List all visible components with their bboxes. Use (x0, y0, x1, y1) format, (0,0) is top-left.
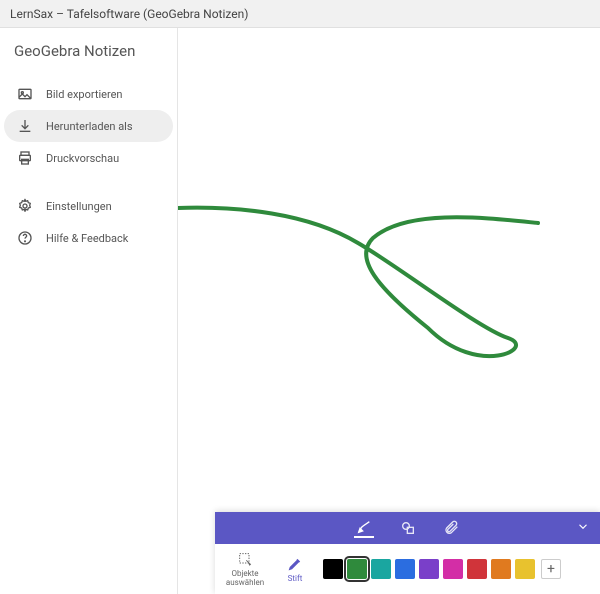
pen-tool-button[interactable]: Stift (273, 547, 317, 591)
select-icon (236, 550, 254, 568)
help-icon (16, 229, 34, 247)
sidebar-item-export-image[interactable]: Bild exportieren (4, 78, 173, 110)
sidebar-item-label: Herunterladen als (46, 120, 133, 133)
sidebar-title: GeoGebra Notizen (0, 42, 177, 74)
tool-panel-body: Objekte auswählen Stift + (215, 544, 600, 594)
sidebar-item-download-as[interactable]: Herunterladen als (4, 110, 173, 142)
color-swatch[interactable] (347, 559, 367, 579)
color-swatch[interactable] (371, 559, 391, 579)
sidebar-item-print-preview[interactable]: Druckvorschau (4, 142, 173, 174)
sidebar: GeoGebra Notizen Bild exportieren Herunt… (0, 28, 178, 594)
attach-tab-icon[interactable] (442, 518, 462, 538)
gear-icon (16, 197, 34, 215)
tool-panel-header (215, 512, 600, 544)
canvas-stroke (178, 28, 600, 594)
chevron-down-icon[interactable] (576, 519, 590, 538)
image-icon (16, 85, 34, 103)
print-icon (16, 149, 34, 167)
download-icon (16, 117, 34, 135)
window-title: LernSax – Tafelsoftware (GeoGebra Notize… (10, 7, 248, 21)
tool-label: Objekte auswählen (223, 570, 267, 588)
color-swatch[interactable] (467, 559, 487, 579)
sidebar-item-label: Druckvorschau (46, 152, 119, 165)
plus-icon: + (547, 561, 555, 577)
color-swatch[interactable] (491, 559, 511, 579)
add-color-button[interactable]: + (541, 559, 561, 579)
sidebar-item-help-feedback[interactable]: Hilfe & Feedback (4, 222, 173, 254)
color-swatch[interactable] (443, 559, 463, 579)
window-titlebar: LernSax – Tafelsoftware (GeoGebra Notize… (0, 0, 600, 28)
sidebar-item-label: Einstellungen (46, 200, 112, 213)
drawing-canvas[interactable] (178, 28, 600, 594)
sidebar-item-settings[interactable]: Einstellungen (4, 190, 173, 222)
color-swatch[interactable] (515, 559, 535, 579)
select-tool-button[interactable]: Objekte auswählen (223, 547, 267, 591)
shapes-tab-icon[interactable] (398, 518, 418, 538)
tool-label: Stift (288, 575, 303, 584)
tool-panel: Objekte auswählen Stift + (215, 512, 600, 594)
color-swatch[interactable] (323, 559, 343, 579)
sidebar-item-label: Hilfe & Feedback (46, 232, 128, 245)
pen-tab-icon[interactable] (354, 518, 374, 538)
color-swatch[interactable] (395, 559, 415, 579)
pen-icon (286, 555, 304, 573)
color-swatches (323, 559, 535, 579)
color-swatch[interactable] (419, 559, 439, 579)
sidebar-item-label: Bild exportieren (46, 88, 123, 101)
